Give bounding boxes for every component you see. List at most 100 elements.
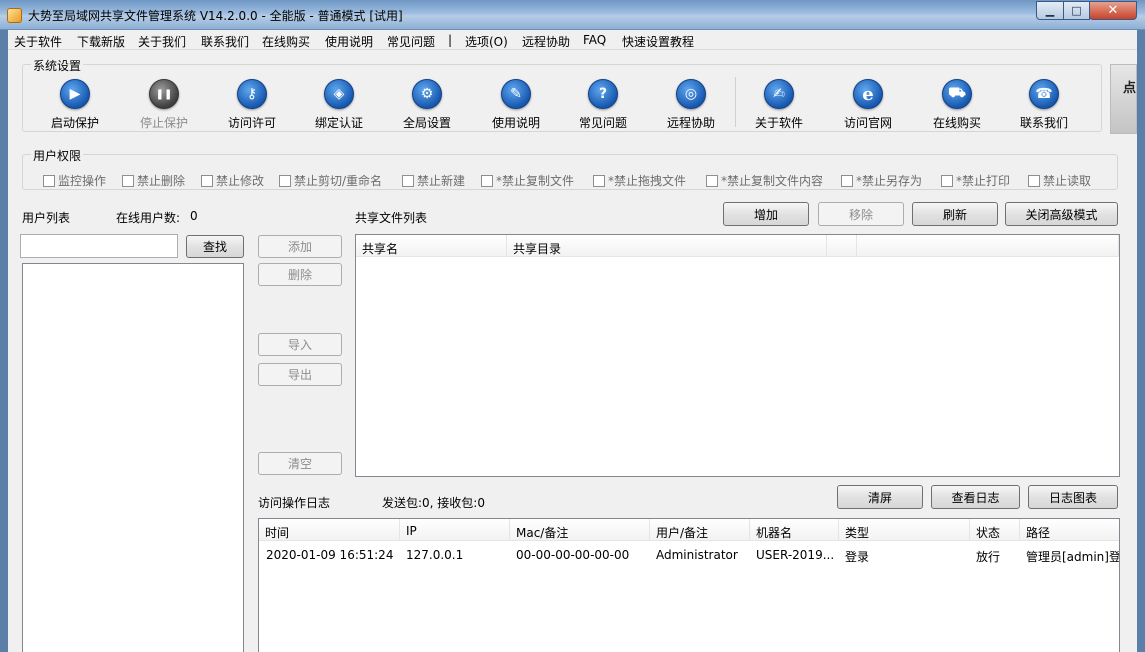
checkbox[interactable] [841,174,853,187]
menu-quick-setup[interactable]: 快速设置教程 [622,33,694,50]
col-machine[interactable]: 机器名 [750,519,839,541]
col-mac[interactable]: Mac/备注 [510,519,650,541]
checkbox[interactable] [706,174,718,187]
log-chart-button[interactable]: 日志图表 [1028,485,1118,509]
menu-buy[interactable]: 在线购买 [262,33,310,50]
user-list-panel[interactable] [22,263,244,652]
perm-no-copy-content[interactable]: *禁止复制文件内容 [706,172,823,189]
menu-options[interactable]: 选项(O) [465,33,508,50]
checkbox[interactable] [481,174,493,187]
remove-share-button[interactable]: 移除 [818,202,904,226]
menu-about-software[interactable]: 关于软件 [14,33,62,50]
client-area: 关于软件 下载新版 关于我们 联系我们 在线购买 使用说明 常见问题 | 选项(… [8,30,1137,652]
col-type[interactable]: 类型 [839,519,970,541]
about-software-label: 关于软件 [754,116,803,130]
packet-status: 发送包:0, 接收包:0 [382,496,485,510]
perm-label: *禁止复制文件 [496,174,575,188]
log-ip-cell: 127.0.0.1 [406,548,464,562]
col-path[interactable]: 路径 [1020,519,1119,541]
start-protect-button[interactable]: ▶ 启动保护 [35,79,115,131]
add-share-button[interactable]: 增加 [723,202,809,226]
faq-label: 常见问题 [578,116,627,130]
col-ip[interactable]: IP [400,519,510,541]
online-users-label: 在线用户数: [116,211,181,225]
menu-faq[interactable]: FAQ [583,33,606,47]
global-settings-label: 全局设置 [402,116,451,130]
system-settings-group: 系统设置 ▶ 启动保护 ❚❚ 停止保护 ⚷ 访问许可 ◈ 绑定认证 ⚙ 全局设置… [22,57,1102,132]
col-blank-2[interactable] [857,235,1119,257]
stop-protect-label: 停止保护 [139,116,188,130]
share-list-table[interactable]: 共享名 共享目录 [355,234,1120,477]
perm-no-cut-rename[interactable]: 禁止剪切/重命名 [279,172,382,189]
checkbox[interactable] [201,174,213,187]
perm-no-copy-file[interactable]: *禁止复制文件 [481,172,574,189]
checkbox[interactable] [402,174,414,187]
contact-us-label: 联系我们 [1019,116,1068,130]
remote-assist-label: 远程协助 [666,116,715,130]
menu-contact[interactable]: 联系我们 [201,33,249,50]
checkbox[interactable] [279,174,291,187]
perm-no-save-as[interactable]: *禁止另存为 [841,172,922,189]
checkbox[interactable] [941,174,953,187]
faq-button[interactable]: ? 常见问题 [563,79,643,131]
col-share-dir[interactable]: 共享目录 [507,235,827,257]
side-banner-text: 点 [1123,81,1137,96]
clear-list-button[interactable]: 清空 [258,452,342,475]
user-search-input[interactable] [20,234,178,258]
perm-label: *禁止打印 [956,174,1011,188]
delete-user-button[interactable]: 删除 [258,263,342,286]
cart-icon: ⛟ [942,79,972,109]
global-settings-button[interactable]: ⚙ 全局设置 [387,79,467,131]
search-button[interactable]: 查找 [186,235,244,258]
checkbox[interactable] [593,174,605,187]
col-blank-1[interactable] [827,235,857,257]
perm-no-read[interactable]: 禁止读取 [1028,172,1091,189]
menu-download[interactable]: 下载新版 [77,33,125,50]
view-log-button[interactable]: 查看日志 [931,485,1020,509]
buy-online-button[interactable]: ⛟ 在线购买 [917,79,997,131]
clear-screen-button[interactable]: 清屏 [837,485,923,509]
add-user-button[interactable]: 添加 [258,235,342,258]
about-software-button[interactable]: ✍ 关于软件 [739,79,819,131]
access-log-table[interactable]: 时间 IP Mac/备注 用户/备注 机器名 类型 状态 路径 2020-01-… [258,518,1120,652]
menu-remote[interactable]: 远程协助 [522,33,570,50]
access-permit-label: 访问许可 [227,116,276,130]
menu-faq-cn[interactable]: 常见问题 [387,33,435,50]
perm-label: 监控操作 [58,174,107,188]
col-share-name[interactable]: 共享名 [356,235,507,257]
toolbar-separator [735,77,736,127]
perm-no-create[interactable]: 禁止新建 [402,172,465,189]
menu-about-us[interactable]: 关于我们 [138,33,186,50]
shield-icon: ◈ [324,79,354,109]
col-time[interactable]: 时间 [259,519,400,541]
export-button[interactable]: 导出 [258,363,342,386]
close-button[interactable]: ✕ [1089,1,1137,20]
perm-no-modify[interactable]: 禁止修改 [201,172,264,189]
refresh-button[interactable]: 刷新 [912,202,998,226]
website-button[interactable]: e 访问官网 [828,79,908,131]
checkbox[interactable] [1028,174,1040,187]
bind-auth-button[interactable]: ◈ 绑定认证 [299,79,379,131]
checkbox[interactable] [43,174,55,187]
manual-button[interactable]: ✎ 使用说明 [476,79,556,131]
edit-icon: ✍ [764,79,794,109]
col-status[interactable]: 状态 [970,519,1020,541]
remote-assist-button[interactable]: ◎ 远程协助 [651,79,731,131]
perm-monitor[interactable]: 监控操作 [43,172,106,189]
contact-us-button[interactable]: ☎ 联系我们 [1004,79,1084,131]
phone-icon: ☎ [1029,79,1059,109]
perm-no-delete[interactable]: 禁止删除 [122,172,185,189]
perm-no-print[interactable]: *禁止打印 [941,172,1010,189]
checkbox[interactable] [122,174,134,187]
maximize-button[interactable]: □ [1063,1,1090,20]
close-advanced-mode-button[interactable]: 关闭高级模式 [1005,202,1118,226]
access-permit-button[interactable]: ⚷ 访问许可 [212,79,292,131]
pause-icon: ❚❚ [149,79,179,109]
minimize-button[interactable]: ▁ [1036,1,1064,20]
menu-manual[interactable]: 使用说明 [325,33,373,50]
stop-protect-button: ❚❚ 停止保护 [124,79,204,131]
import-button[interactable]: 导入 [258,333,342,356]
log-type-cell: 登录 [845,550,870,564]
perm-no-drag-file[interactable]: *禁止拖拽文件 [593,172,686,189]
col-user[interactable]: 用户/备注 [650,519,750,541]
